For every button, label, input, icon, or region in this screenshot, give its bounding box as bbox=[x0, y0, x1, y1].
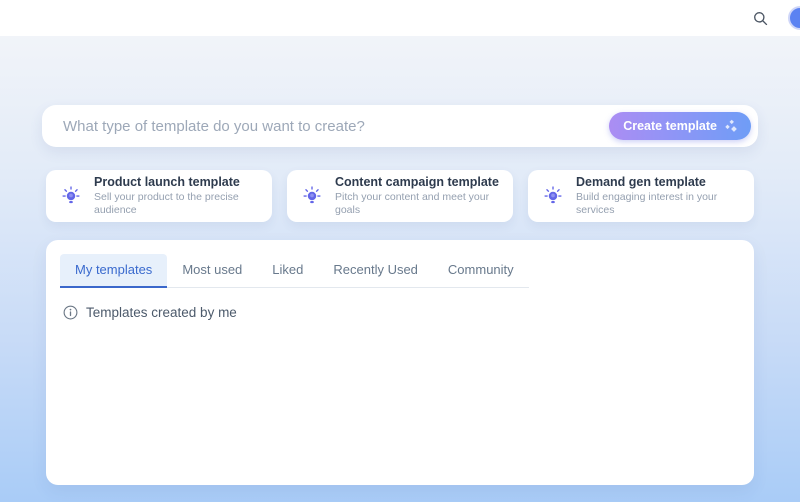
card-text: Content campaign template Pitch your con… bbox=[335, 174, 499, 218]
sparkles-icon bbox=[724, 119, 739, 134]
create-template-label: Create template bbox=[623, 119, 717, 133]
tab-most-used[interactable]: Most used bbox=[167, 254, 257, 288]
card-product-launch-template[interactable]: Product launch template Sell your produc… bbox=[46, 170, 272, 222]
tab-my-templates[interactable]: My templates bbox=[60, 254, 167, 288]
lightbulb-icon bbox=[301, 185, 323, 207]
create-template-button[interactable]: Create template bbox=[609, 112, 751, 140]
card-text: Demand gen template Build engaging inter… bbox=[576, 174, 740, 218]
lightbulb-icon bbox=[542, 185, 564, 207]
templates-tab-bar: My templates Most used Liked Recently Us… bbox=[60, 254, 529, 288]
tab-community[interactable]: Community bbox=[433, 254, 529, 288]
empty-state-text: Templates created by me bbox=[86, 305, 237, 320]
card-subtitle: Build engaging interest in your services bbox=[576, 191, 740, 218]
search-icon[interactable] bbox=[750, 8, 770, 28]
empty-state: Templates created by me bbox=[63, 305, 740, 320]
card-demand-gen-template[interactable]: Demand gen template Build engaging inter… bbox=[528, 170, 754, 222]
card-title: Demand gen template bbox=[576, 174, 740, 191]
top-bar bbox=[0, 0, 800, 36]
card-content-campaign-template[interactable]: Content campaign template Pitch your con… bbox=[287, 170, 513, 222]
card-subtitle: Pitch your content and meet your goals bbox=[335, 191, 499, 218]
template-prompt-bar: Create template bbox=[42, 105, 758, 147]
lightbulb-icon bbox=[60, 185, 82, 207]
info-icon bbox=[63, 305, 78, 320]
tab-recently-used[interactable]: Recently Used bbox=[318, 254, 433, 288]
main-area: Create template bbox=[0, 36, 800, 502]
tab-liked[interactable]: Liked bbox=[257, 254, 318, 288]
card-subtitle: Sell your product to the precise audienc… bbox=[94, 191, 258, 218]
card-title: Product launch template bbox=[94, 174, 258, 191]
user-avatar[interactable] bbox=[788, 6, 800, 30]
templates-panel: My templates Most used Liked Recently Us… bbox=[46, 240, 754, 485]
card-text: Product launch template Sell your produc… bbox=[94, 174, 258, 218]
card-title: Content campaign template bbox=[335, 174, 499, 191]
template-suggestions: Product launch template Sell your produc… bbox=[46, 170, 754, 222]
